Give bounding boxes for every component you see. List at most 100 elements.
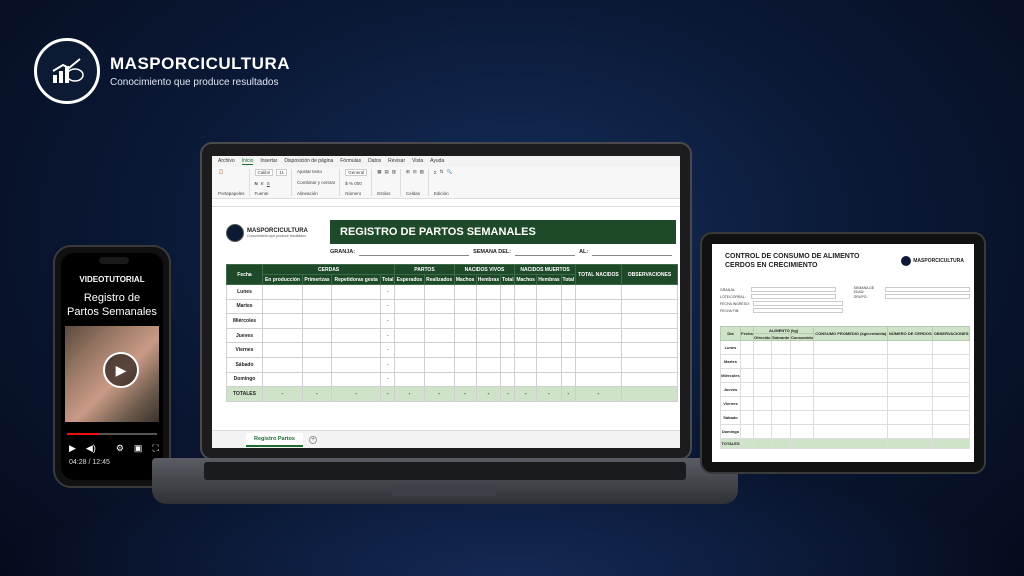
data-cell[interactable]: - <box>380 298 396 315</box>
delete-icon[interactable]: ⊟ <box>413 169 417 175</box>
tab-registro-partos[interactable]: Registro Partos <box>246 432 303 447</box>
data-cell[interactable] <box>770 424 791 439</box>
data-cell[interactable] <box>932 396 970 411</box>
data-cell[interactable] <box>453 342 477 358</box>
formula-bar[interactable] <box>212 199 680 207</box>
data-cell[interactable] <box>560 313 576 329</box>
data-cell[interactable] <box>752 396 772 411</box>
merge-center-button[interactable]: Combinar y centrar <box>297 180 335 185</box>
data-cell[interactable] <box>514 327 538 344</box>
granja-input[interactable] <box>359 248 470 256</box>
data-cell[interactable] <box>813 340 889 355</box>
data-cell[interactable] <box>475 342 502 358</box>
menu-item[interactable]: Vista <box>412 158 423 165</box>
insert-icon[interactable]: ⊞ <box>406 169 410 175</box>
play-overlay-icon[interactable]: ▶ <box>103 352 139 388</box>
data-cell[interactable] <box>789 382 815 397</box>
data-cell[interactable] <box>500 327 516 344</box>
menu-item[interactable]: Insertar <box>260 158 277 165</box>
data-cell[interactable] <box>453 298 477 315</box>
data-cell[interactable] <box>932 340 970 355</box>
data-cell[interactable] <box>932 424 970 439</box>
data-cell[interactable] <box>560 371 576 388</box>
data-cell[interactable] <box>887 368 934 383</box>
data-cell[interactable] <box>514 284 538 300</box>
data-cell[interactable] <box>621 298 678 315</box>
data-cell[interactable] <box>621 284 678 300</box>
data-cell[interactable] <box>770 368 791 383</box>
data-cell[interactable] <box>789 410 815 425</box>
data-cell[interactable] <box>560 342 576 358</box>
bold-icon[interactable]: N <box>255 181 258 186</box>
data-cell[interactable] <box>423 313 455 329</box>
data-cell[interactable] <box>932 382 970 397</box>
data-cell[interactable] <box>262 284 303 300</box>
data-cell[interactable] <box>536 298 562 315</box>
italic-icon[interactable]: K <box>261 181 264 186</box>
data-cell[interactable] <box>621 342 678 358</box>
data-cell[interactable] <box>453 313 477 329</box>
data-cell[interactable] <box>262 342 303 358</box>
data-cell[interactable] <box>770 340 791 355</box>
data-cell[interactable] <box>514 342 538 358</box>
data-cell[interactable] <box>536 371 562 388</box>
data-cell[interactable] <box>514 356 538 373</box>
data-cell[interactable] <box>475 371 502 388</box>
data-cell[interactable] <box>752 368 772 383</box>
data-cell[interactable] <box>789 396 815 411</box>
fullscreen-icon[interactable]: ⛶ <box>152 443 158 454</box>
data-cell[interactable] <box>331 327 382 344</box>
menu-item[interactable]: Inicio <box>241 158 254 165</box>
data-cell[interactable] <box>887 382 934 397</box>
menu-item[interactable]: Disposición de página <box>284 158 333 165</box>
al-input[interactable] <box>592 248 673 256</box>
data-cell[interactable] <box>514 371 538 388</box>
data-cell[interactable] <box>770 396 791 411</box>
data-cell[interactable] <box>574 371 623 388</box>
data-cell[interactable] <box>752 424 772 439</box>
data-cell[interactable] <box>453 371 477 388</box>
data-cell[interactable] <box>560 298 576 315</box>
play-icon[interactable]: ▶ <box>69 443 76 454</box>
data-cell[interactable] <box>813 354 889 369</box>
data-cell[interactable] <box>621 356 678 373</box>
data-cell[interactable] <box>574 298 623 315</box>
fecha-fin-field[interactable] <box>753 308 843 313</box>
data-cell[interactable] <box>301 298 333 315</box>
data-cell[interactable] <box>536 327 562 344</box>
data-cell[interactable] <box>560 327 576 344</box>
add-sheet-icon[interactable]: + <box>308 435 317 444</box>
data-cell[interactable] <box>813 424 889 439</box>
data-cell[interactable] <box>739 424 754 439</box>
menu-item[interactable]: Datos <box>368 158 381 165</box>
granja-field[interactable] <box>751 287 837 292</box>
data-cell[interactable] <box>301 327 333 344</box>
data-cell[interactable] <box>394 298 425 315</box>
data-cell[interactable] <box>500 284 516 300</box>
format-icon[interactable]: ▧ <box>420 169 424 175</box>
data-cell[interactable] <box>394 371 425 388</box>
find-icon[interactable]: 🔍 <box>446 169 452 175</box>
data-cell[interactable] <box>789 340 815 355</box>
pip-icon[interactable]: ▣ <box>134 443 143 454</box>
sort-filter-icon[interactable]: ⇅ <box>440 169 444 175</box>
data-cell[interactable] <box>301 284 333 300</box>
data-cell[interactable] <box>752 340 772 355</box>
data-cell[interactable] <box>560 284 576 300</box>
data-cell[interactable] <box>536 284 562 300</box>
cell-styles-icon[interactable]: ▥ <box>392 169 396 175</box>
data-cell[interactable]: - <box>380 313 396 329</box>
data-cell[interactable] <box>453 327 477 344</box>
data-cell[interactable] <box>574 284 623 300</box>
data-cell[interactable] <box>813 396 889 411</box>
data-cell[interactable] <box>423 356 455 373</box>
semana-input[interactable] <box>515 248 576 256</box>
settings-icon[interactable]: ⚙ <box>116 443 124 454</box>
paste-icon[interactable]: 📋 <box>218 169 224 175</box>
data-cell[interactable] <box>789 368 815 383</box>
data-cell[interactable] <box>813 368 889 383</box>
data-cell[interactable] <box>536 356 562 373</box>
volume-icon[interactable]: ◀) <box>86 443 96 454</box>
data-cell[interactable] <box>887 410 934 425</box>
data-cell[interactable] <box>752 382 772 397</box>
